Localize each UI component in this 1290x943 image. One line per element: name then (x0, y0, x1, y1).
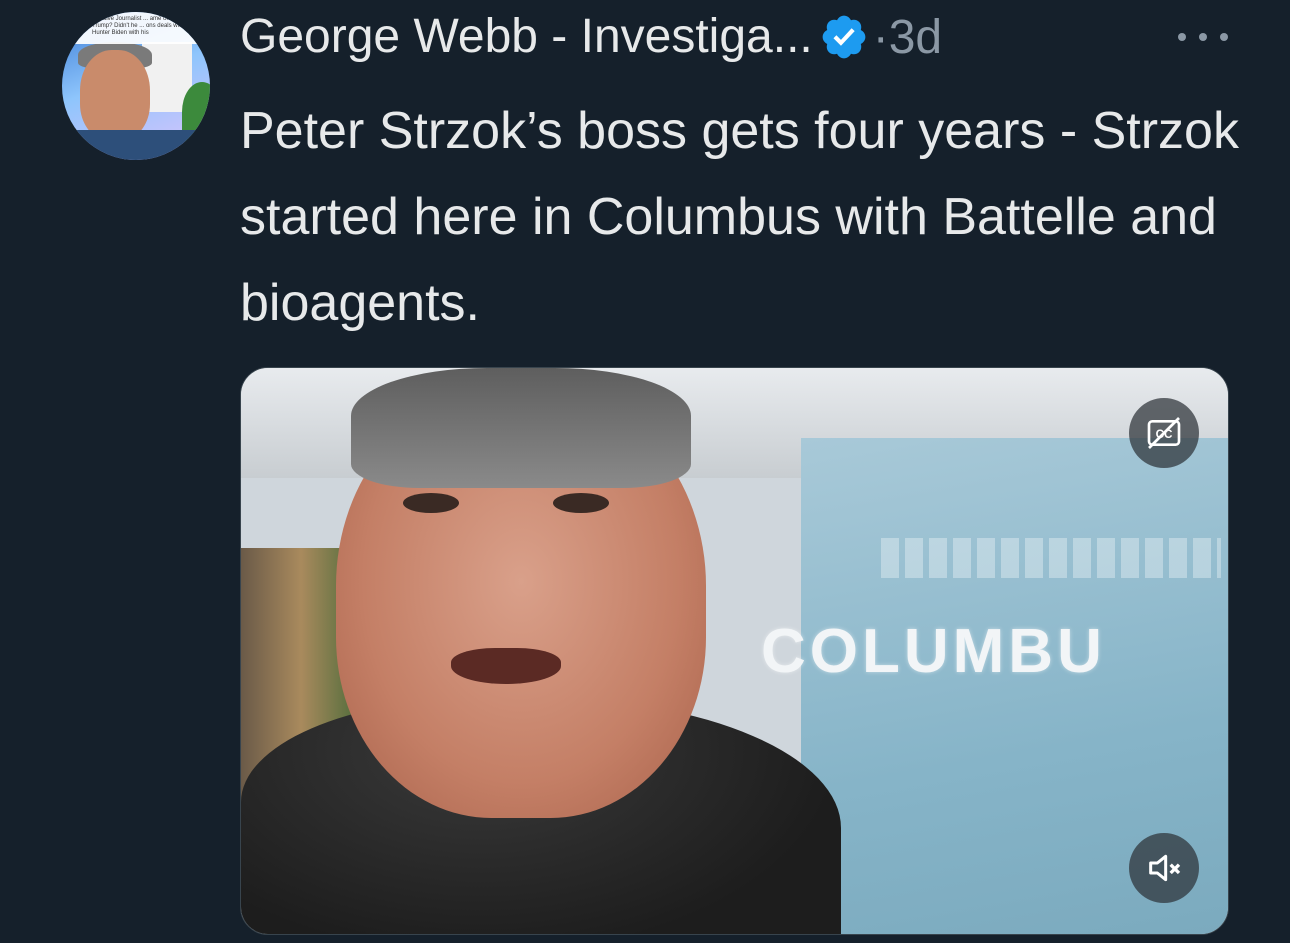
muted-speaker-icon (1149, 854, 1181, 882)
avatar-face (80, 50, 150, 140)
tweet-text: Peter Strzok’s boss gets four years - St… (240, 102, 1239, 332)
video-mouth (451, 648, 561, 684)
captions-button[interactable]: CC (1129, 398, 1199, 468)
tweet-timestamp[interactable]: 3d (889, 10, 942, 65)
closed-captions-off-icon: CC (1147, 417, 1181, 449)
video-eye-left (403, 493, 459, 513)
tweet[interactable]: stigative Journalist ... ame of Yu to Tr… (0, 0, 1290, 943)
video-sign-small-text (881, 538, 1221, 578)
more-dot (1178, 33, 1186, 41)
author-name[interactable]: George Webb - Investiga... (240, 2, 813, 72)
video-eye-right (553, 493, 609, 513)
separator-dot: · (872, 10, 889, 64)
more-dot (1220, 33, 1228, 41)
author-avatar[interactable]: stigative Journalist ... ame of Yu to Tr… (62, 12, 210, 160)
mute-button[interactable] (1129, 833, 1199, 903)
verified-badge-icon[interactable] (819, 12, 869, 62)
avatar-banner-text: stigative Journalist ... ame of Yu to Tr… (62, 12, 210, 44)
video-sign-text: COLUMBU (761, 617, 1106, 686)
tweet-header: George Webb - Investiga... · 3d (240, 2, 942, 72)
video-hair (351, 368, 691, 488)
tweet-video[interactable]: COLUMBU CC (240, 367, 1229, 935)
more-options-icon[interactable] (1178, 22, 1228, 52)
more-dot (1199, 33, 1207, 41)
avatar-shirt (62, 130, 210, 160)
